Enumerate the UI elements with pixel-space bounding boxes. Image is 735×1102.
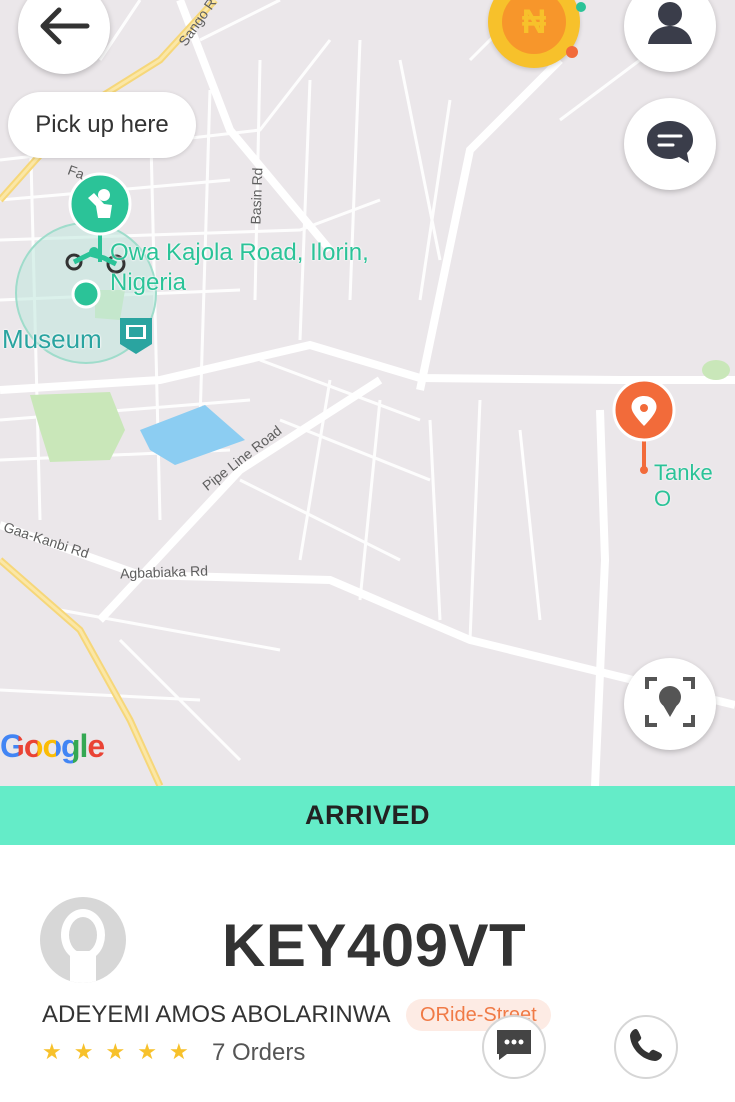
naira-symbol: ₦ bbox=[521, 2, 547, 41]
message-driver-button[interactable] bbox=[482, 1015, 546, 1079]
chat-button[interactable] bbox=[624, 98, 716, 190]
locate-icon bbox=[643, 675, 697, 734]
destination-label: Tanke O bbox=[654, 460, 713, 511]
call-driver-button[interactable] bbox=[614, 1015, 678, 1079]
pickup-place-text: Owa Kajola Road, Ilorin, Nigeria bbox=[110, 238, 410, 298]
google-attribution: Google bbox=[0, 728, 105, 765]
driver-avatar bbox=[40, 897, 126, 983]
trip-status-label: ARRIVED bbox=[304, 800, 430, 830]
star-icon: ★ bbox=[105, 1039, 126, 1064]
chat-bubble-icon bbox=[645, 119, 695, 170]
pickup-here-bubble[interactable]: Pick up here bbox=[8, 92, 196, 158]
phone-icon bbox=[628, 1027, 664, 1068]
ride-screen: Sango R Fa Basin Rd Pipe Line Road Gaa-K… bbox=[0, 0, 735, 1102]
arrow-left-icon bbox=[37, 6, 91, 51]
user-icon bbox=[644, 0, 696, 55]
driver-rating: ★ ★ ★ ★ ★ bbox=[42, 1039, 189, 1065]
vehicle-plate: KEY409VT bbox=[222, 912, 527, 979]
museum-label: Museum bbox=[2, 324, 102, 354]
wallet-orange-dot bbox=[566, 46, 578, 58]
trip-status-bar: ARRIVED bbox=[0, 786, 735, 845]
driver-name: ADEYEMI AMOS ABOLARINWA bbox=[42, 1001, 391, 1028]
pickup-here-label: Pick up here bbox=[35, 111, 169, 138]
star-icon: ★ bbox=[73, 1039, 94, 1064]
message-icon bbox=[495, 1028, 533, 1067]
road-label-basin: Basin Rd bbox=[247, 167, 266, 225]
map-view[interactable]: Sango R Fa Basin Rd Pipe Line Road Gaa-K… bbox=[0, 0, 735, 786]
pickup-place-label: Owa Kajola Road, Ilorin, Nigeria bbox=[110, 239, 369, 296]
road-label-agbabiaka: Agbabiaka Rd bbox=[119, 562, 209, 582]
star-icon: ★ bbox=[137, 1039, 157, 1064]
recenter-button[interactable] bbox=[624, 658, 716, 750]
naira-coin-icon: ₦ bbox=[502, 0, 566, 54]
wallet-notification-dot bbox=[576, 2, 586, 12]
star-icon: ★ bbox=[168, 1039, 189, 1064]
driver-panel: KEY409VT ADEYEMI AMOS ABOLARINWA ORide-S… bbox=[0, 845, 735, 1102]
star-icon: ★ bbox=[42, 1039, 62, 1064]
driver-orders: 7 Orders bbox=[212, 1039, 306, 1066]
google-text: Google bbox=[0, 728, 105, 764]
